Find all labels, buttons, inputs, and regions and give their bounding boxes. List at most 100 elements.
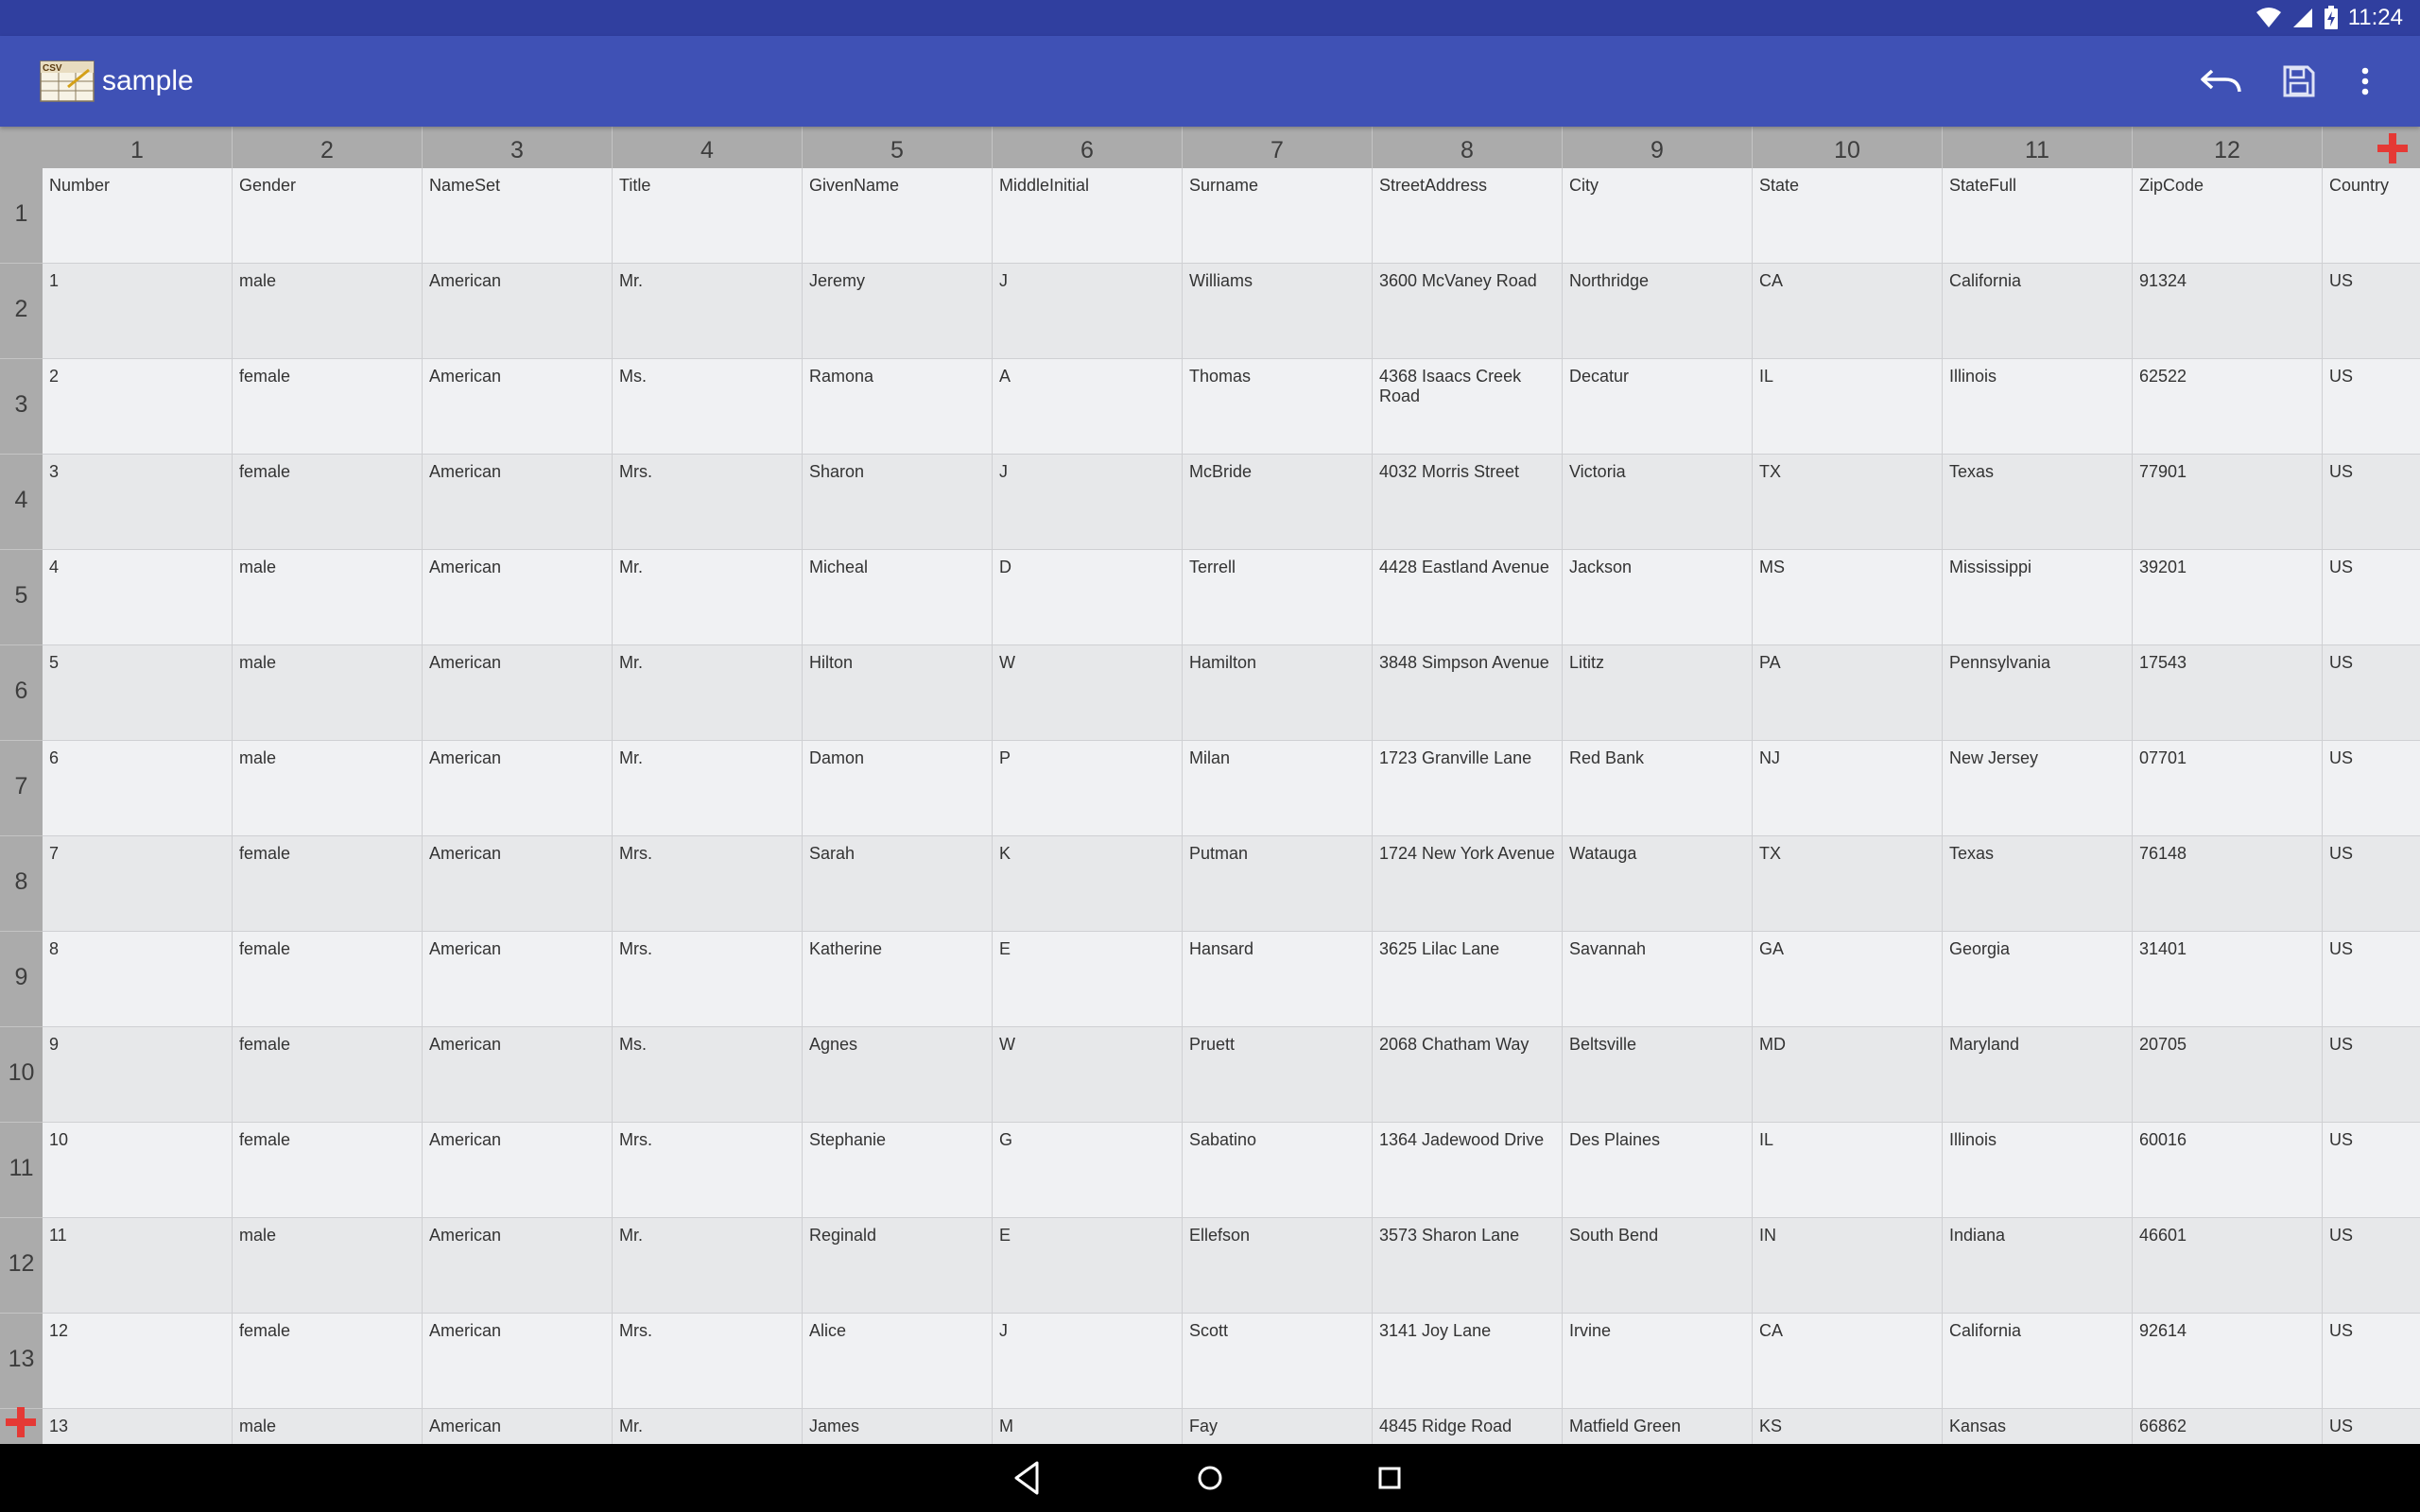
table-cell[interactable]: female <box>233 1027 423 1123</box>
overflow-menu-button[interactable] <box>2342 59 2388 104</box>
table-cell[interactable]: J <box>993 264 1183 359</box>
table-cell[interactable]: 8 <box>43 932 233 1027</box>
table-cell[interactable]: Mr. <box>613 645 803 741</box>
table-cell[interactable]: Hilton <box>803 645 993 741</box>
table-cell[interactable]: female <box>233 932 423 1027</box>
table-cell[interactable]: City <box>1563 168 1753 264</box>
table-cell[interactable]: Ellefson <box>1183 1218 1373 1314</box>
table-cell[interactable]: American <box>423 1123 613 1218</box>
table-cell[interactable]: 9 <box>43 1027 233 1123</box>
table-cell[interactable]: California <box>1943 1314 2133 1409</box>
table-cell[interactable]: TX <box>1753 455 1943 550</box>
table-cell[interactable]: 4428 Eastland Avenue <box>1373 550 1563 645</box>
table-cell[interactable]: Pruett <box>1183 1027 1373 1123</box>
table-cell[interactable]: 7 <box>43 836 233 932</box>
table-cell[interactable]: US <box>2323 836 2420 932</box>
table-cell[interactable]: NameSet <box>423 168 613 264</box>
table-cell[interactable]: Jeremy <box>803 264 993 359</box>
table-cell[interactable]: Decatur <box>1563 359 1753 455</box>
row-header[interactable]: 2 <box>0 264 43 359</box>
table-cell[interactable]: D <box>993 550 1183 645</box>
table-cell[interactable]: US <box>2323 1409 2420 1444</box>
table-cell[interactable]: Mrs. <box>613 932 803 1027</box>
table-cell[interactable]: TX <box>1753 836 1943 932</box>
table-cell[interactable]: Texas <box>1943 836 2133 932</box>
table-cell[interactable]: Indiana <box>1943 1218 2133 1314</box>
column-header[interactable]: 1 <box>43 127 233 168</box>
table-cell[interactable]: Mr. <box>613 741 803 836</box>
table-cell[interactable]: Maryland <box>1943 1027 2133 1123</box>
table-cell[interactable]: Matfield Green <box>1563 1409 1753 1444</box>
table-cell[interactable]: American <box>423 359 613 455</box>
table-cell[interactable]: California <box>1943 264 2133 359</box>
table-cell[interactable]: US <box>2323 932 2420 1027</box>
table-cell[interactable]: Mrs. <box>613 1123 803 1218</box>
table-cell[interactable]: 91324 <box>2133 264 2323 359</box>
row-header[interactable]: 6 <box>0 645 43 741</box>
recents-icon[interactable] <box>1369 1457 1410 1499</box>
table-cell[interactable]: StreetAddress <box>1373 168 1563 264</box>
row-header[interactable]: 11 <box>0 1123 43 1218</box>
table-cell[interactable]: IL <box>1753 1123 1943 1218</box>
column-header[interactable]: 6 <box>993 127 1183 168</box>
column-header[interactable]: 11 <box>1943 127 2133 168</box>
table-cell[interactable]: Mr. <box>613 550 803 645</box>
table-cell[interactable]: American <box>423 550 613 645</box>
column-header[interactable]: 10 <box>1753 127 1943 168</box>
table-cell[interactable]: Jackson <box>1563 550 1753 645</box>
column-header[interactable]: 9 <box>1563 127 1753 168</box>
table-cell[interactable]: 3848 Simpson Avenue <box>1373 645 1563 741</box>
table-cell[interactable]: American <box>423 836 613 932</box>
table-cell[interactable]: South Bend <box>1563 1218 1753 1314</box>
table-cell[interactable]: IL <box>1753 359 1943 455</box>
table-cell[interactable]: KS <box>1753 1409 1943 1444</box>
row-header[interactable]: 8 <box>0 836 43 932</box>
table-cell[interactable]: male <box>233 1409 423 1444</box>
add-column-icon[interactable] <box>2377 132 2409 164</box>
table-cell[interactable]: 1724 New York Avenue <box>1373 836 1563 932</box>
table-cell[interactable]: MS <box>1753 550 1943 645</box>
table-cell[interactable]: 3 <box>43 455 233 550</box>
row-header[interactable]: 13 <box>0 1314 43 1409</box>
table-cell[interactable]: 31401 <box>2133 932 2323 1027</box>
column-header[interactable]: 4 <box>613 127 803 168</box>
table-cell[interactable]: 46601 <box>2133 1218 2323 1314</box>
row-header[interactable]: 1 <box>0 168 43 264</box>
table-cell[interactable]: 11 <box>43 1218 233 1314</box>
table-cell[interactable]: Gender <box>233 168 423 264</box>
table-cell[interactable]: W <box>993 645 1183 741</box>
table-cell[interactable]: Illinois <box>1943 359 2133 455</box>
table-cell[interactable]: MiddleInitial <box>993 168 1183 264</box>
column-header[interactable]: 5 <box>803 127 993 168</box>
table-cell[interactable]: G <box>993 1123 1183 1218</box>
table-cell[interactable]: J <box>993 455 1183 550</box>
table-cell[interactable]: State <box>1753 168 1943 264</box>
table-cell[interactable]: female <box>233 455 423 550</box>
table-cell[interactable]: Ramona <box>803 359 993 455</box>
table-cell[interactable]: Ms. <box>613 359 803 455</box>
table-cell[interactable]: Williams <box>1183 264 1373 359</box>
table-cell[interactable]: GA <box>1753 932 1943 1027</box>
table-cell[interactable]: female <box>233 836 423 932</box>
table-cell[interactable]: Texas <box>1943 455 2133 550</box>
row-header[interactable]: 3 <box>0 359 43 455</box>
table-cell[interactable]: Illinois <box>1943 1123 2133 1218</box>
table-cell[interactable]: StateFull <box>1943 168 2133 264</box>
table-cell[interactable]: Fay <box>1183 1409 1373 1444</box>
table-cell[interactable]: 60016 <box>2133 1123 2323 1218</box>
table-cell[interactable]: CA <box>1753 1314 1943 1409</box>
table-cell[interactable]: Micheal <box>803 550 993 645</box>
table-cell[interactable]: Thomas <box>1183 359 1373 455</box>
table-cell[interactable]: US <box>2323 1218 2420 1314</box>
table-cell[interactable]: Mrs. <box>613 836 803 932</box>
table-cell[interactable]: 1364 Jadewood Drive <box>1373 1123 1563 1218</box>
table-cell[interactable]: 07701 <box>2133 741 2323 836</box>
table-cell[interactable]: 92614 <box>2133 1314 2323 1409</box>
table-cell[interactable]: American <box>423 741 613 836</box>
table-cell[interactable]: Des Plaines <box>1563 1123 1753 1218</box>
row-header[interactable]: 10 <box>0 1027 43 1123</box>
table-cell[interactable]: 3600 McVaney Road <box>1373 264 1563 359</box>
table-cell[interactable]: US <box>2323 1123 2420 1218</box>
table-cell[interactable]: Lititz <box>1563 645 1753 741</box>
table-cell[interactable]: 4032 Morris Street <box>1373 455 1563 550</box>
